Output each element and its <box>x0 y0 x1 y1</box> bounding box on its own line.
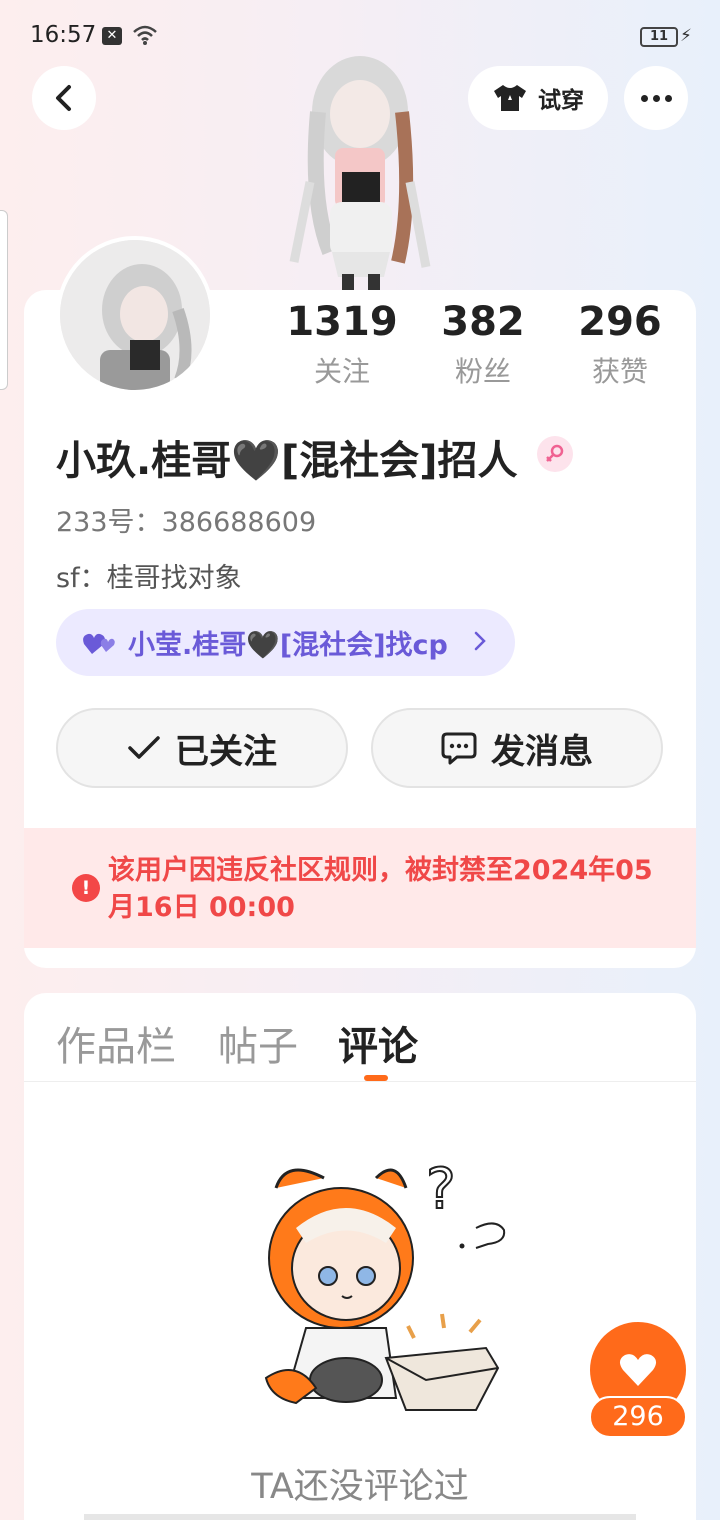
tab-posts[interactable]: 帖子 <box>218 1014 298 1072</box>
message-button[interactable]: 发消息 <box>371 708 663 788</box>
ban-notice-text: 该用户因违反社区规则，被封禁至2024年05月16日 00:00 <box>108 855 653 923</box>
charging-icon: ⚡ <box>680 26 692 46</box>
profile-uid: 233号：386688609 <box>56 507 317 538</box>
ban-notice: ! 该用户因违反社区规则，被封禁至2024年05月16日 00:00 <box>24 828 696 948</box>
try-on-label: 试穿 <box>538 88 584 114</box>
avatar-image <box>60 240 210 390</box>
more-icon-dot <box>652 94 660 102</box>
follow-label: 已关注 <box>175 731 277 772</box>
avatar[interactable] <box>56 236 214 394</box>
shirt-icon <box>494 85 526 111</box>
more-icon <box>640 94 648 102</box>
side-drawer-handle[interactable] <box>0 210 8 390</box>
stat-likes[interactable]: 296 获赞 <box>560 298 680 390</box>
status-time: 16:57 <box>30 22 97 48</box>
heart-icon <box>619 1354 657 1386</box>
stat-followers-value: 382 <box>441 299 525 345</box>
heart-pair-icon <box>83 633 115 654</box>
no-sim-icon: ✕ <box>102 27 122 45</box>
stat-likes-label: 获赞 <box>591 355 648 388</box>
stat-following[interactable]: 1319 关注 <box>282 298 402 390</box>
cp-link-chip[interactable]: 小莹.桂哥🖤[混社会]找cp <box>56 609 515 676</box>
stat-likes-value: 296 <box>578 299 662 345</box>
empty-state-illustration: ? <box>264 1156 506 1411</box>
chevron-right-icon <box>474 631 486 651</box>
profile-signature: sf：桂哥找对象 <box>56 563 242 594</box>
stat-following-label: 关注 <box>313 355 370 388</box>
svg-text:?: ? <box>426 1157 456 1222</box>
tab-works[interactable]: 作品栏 <box>56 1014 176 1072</box>
tab-comments[interactable]: 评论 <box>338 1014 418 1072</box>
back-button[interactable] <box>32 66 96 130</box>
profile-nickname: 小玖.桂哥🖤[混社会]招人 <box>56 438 518 484</box>
check-icon <box>128 736 160 759</box>
female-icon <box>537 436 573 472</box>
back-icon <box>56 85 71 111</box>
tab-divider <box>24 1081 696 1082</box>
try-on-button[interactable]: 试穿 <box>468 66 608 130</box>
empty-state-text: TA还没评论过 <box>251 1467 469 1507</box>
chat-icon <box>441 732 477 765</box>
stat-followers-label: 粉丝 <box>454 355 511 388</box>
more-button[interactable] <box>624 66 688 130</box>
list-bottom-placeholder <box>84 1514 636 1520</box>
stat-followers[interactable]: 382 粉丝 <box>423 298 543 390</box>
warning-icon: ! <box>72 874 100 902</box>
like-count: 296 <box>589 1396 687 1438</box>
message-label: 发消息 <box>491 731 593 772</box>
hero-character-image <box>289 56 431 292</box>
wifi-icon <box>133 25 157 45</box>
cp-link-label: 小莹.桂哥🖤[混社会]找cp <box>128 630 448 661</box>
more-icon-dot <box>664 94 672 102</box>
battery-indicator: 11 <box>640 27 678 47</box>
stat-following-value: 1319 <box>286 299 398 345</box>
follow-button[interactable]: 已关注 <box>56 708 348 788</box>
